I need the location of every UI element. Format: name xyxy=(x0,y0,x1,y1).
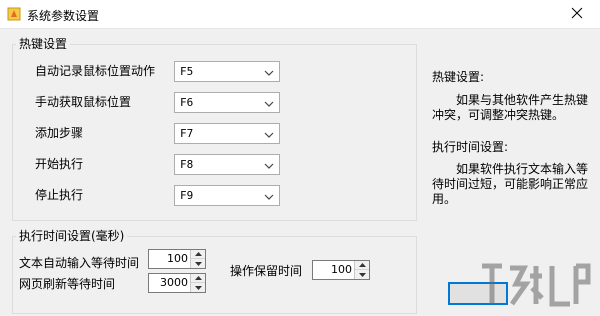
hotkey-help-line-1: 如果与其他软件产生热键 xyxy=(456,93,589,107)
app-icon xyxy=(7,7,21,21)
spin-down-icon[interactable] xyxy=(191,283,205,292)
spin-up-icon[interactable] xyxy=(191,274,205,283)
hotkey-value-getpos: F6 xyxy=(180,96,194,109)
exec-help-line-1: 如果软件执行文本输入等 xyxy=(456,162,589,176)
exec-help-line-3: 用。 xyxy=(432,192,457,206)
hotkey-value-record: F5 xyxy=(180,65,194,78)
page-refresh-wait-label: 网页刷新等待时间 xyxy=(19,277,116,291)
op-keep-time-spinner[interactable]: 100 xyxy=(312,260,370,280)
spin-up-icon[interactable] xyxy=(355,261,369,270)
close-button[interactable] xyxy=(554,0,600,29)
page-refresh-wait-value: 3000 xyxy=(160,276,188,289)
spinner-buttons xyxy=(190,250,205,268)
watermark-logo xyxy=(476,258,592,312)
hotkey-label-getpos: 手动获取鼠标位置 xyxy=(35,95,132,109)
op-keep-time-label: 操作保留时间 xyxy=(230,264,303,278)
chevron-down-icon xyxy=(264,129,274,139)
hotkey-combo-stop[interactable]: F9 xyxy=(174,185,280,206)
chevron-down-icon xyxy=(264,98,274,108)
spin-down-icon[interactable] xyxy=(191,259,205,268)
op-keep-time-value: 100 xyxy=(331,263,352,276)
chevron-down-icon xyxy=(264,67,274,77)
text-input-wait-value: 100 xyxy=(167,252,188,265)
hotkey-combo-addstep[interactable]: F7 xyxy=(174,123,280,144)
window-title: 系统参数设置 xyxy=(27,9,100,23)
hotkey-value-stop: F9 xyxy=(180,189,194,202)
hotkey-help-title: 热键设置: xyxy=(432,70,485,84)
hotkey-help-line-2: 冲突，可调整冲突热键。 xyxy=(432,108,565,122)
hotkey-combo-start[interactable]: F8 xyxy=(174,154,280,175)
chevron-down-icon xyxy=(264,191,274,201)
exec-group-title: 执行时间设置(毫秒) xyxy=(16,229,128,243)
exec-help-title: 执行时间设置: xyxy=(432,140,509,154)
hotkey-value-start: F8 xyxy=(180,158,194,171)
hotkey-combo-getpos[interactable]: F6 xyxy=(174,92,280,113)
spinner-buttons xyxy=(190,274,205,292)
text-input-wait-label: 文本自动输入等待时间 xyxy=(19,256,140,270)
hotkey-label-stop: 停止执行 xyxy=(35,188,84,202)
spinner-buttons xyxy=(354,261,369,279)
chevron-down-icon xyxy=(264,160,274,170)
hotkey-value-addstep: F7 xyxy=(180,127,194,140)
hotkey-label-addstep: 添加步骤 xyxy=(35,126,84,140)
hotkey-combo-record[interactable]: F5 xyxy=(174,61,280,82)
hotkey-group-title: 热键设置 xyxy=(16,37,71,51)
hotkey-label-start: 开始执行 xyxy=(35,157,84,171)
spin-down-icon[interactable] xyxy=(355,270,369,279)
exec-help-line-2: 待时间过短，可能影响正常应 xyxy=(432,177,589,191)
spin-up-icon[interactable] xyxy=(191,250,205,259)
close-icon xyxy=(571,7,583,22)
hotkey-label-record: 自动记录鼠标位置动作 xyxy=(35,64,156,78)
text-input-wait-spinner[interactable]: 100 xyxy=(148,249,206,269)
page-refresh-wait-spinner[interactable]: 3000 xyxy=(148,273,206,293)
title-bar: 系统参数设置 xyxy=(0,0,600,29)
